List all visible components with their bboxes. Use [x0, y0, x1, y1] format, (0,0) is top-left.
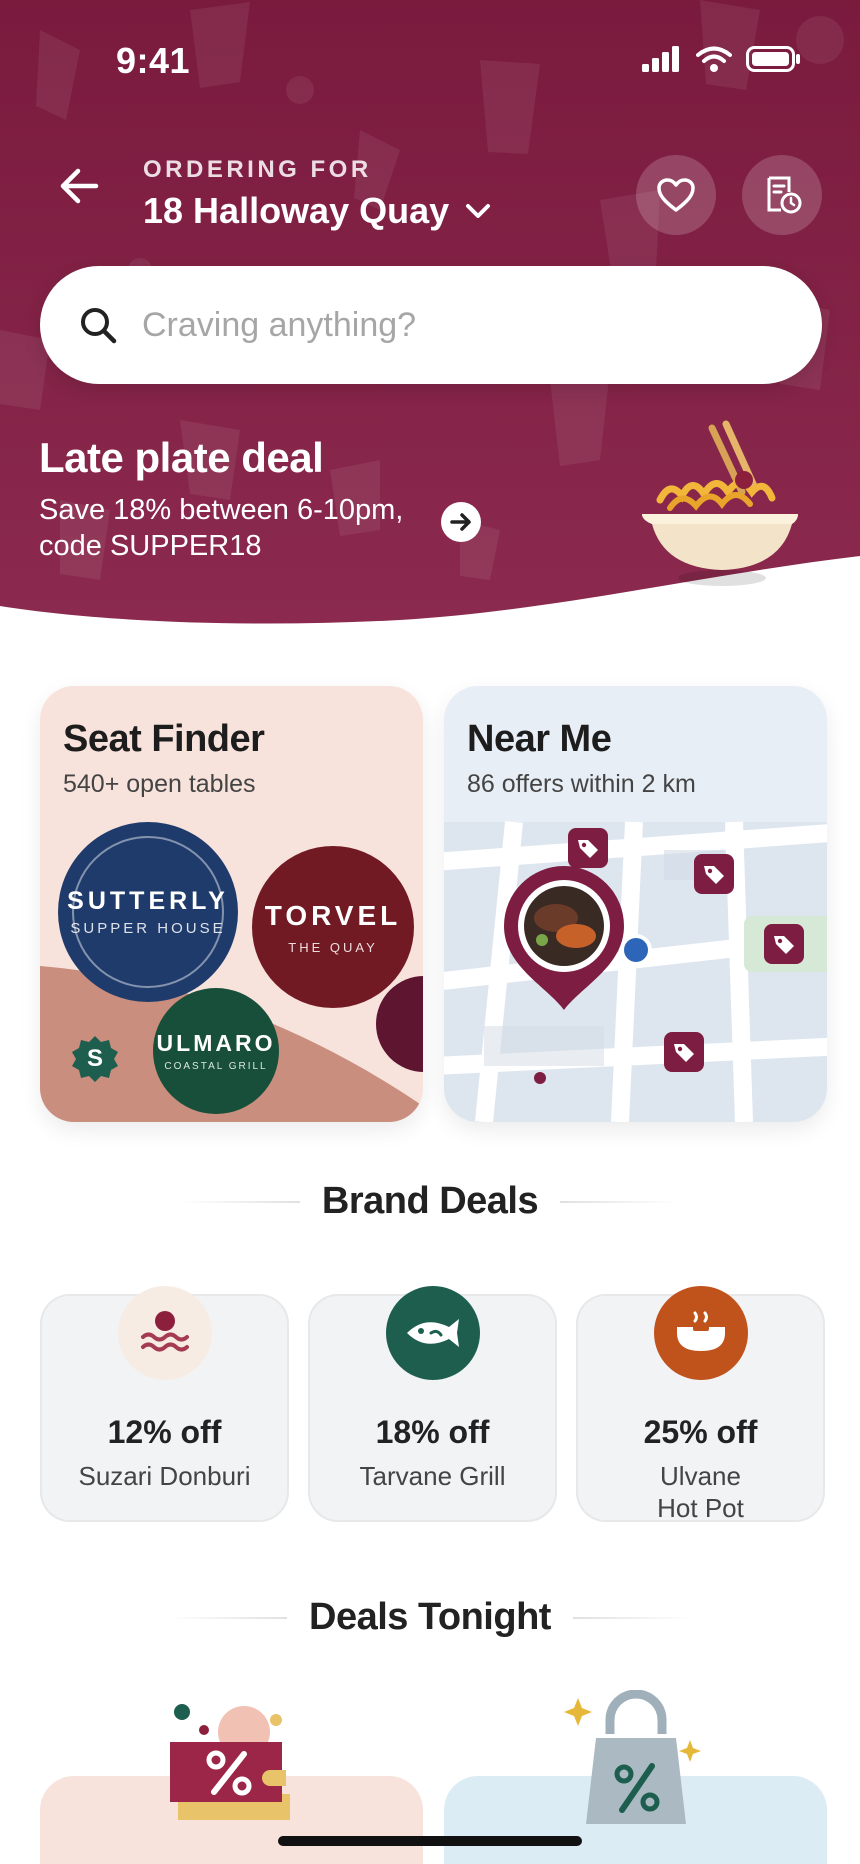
- promo-arrow-button[interactable]: [441, 502, 481, 542]
- back-button[interactable]: [56, 166, 104, 206]
- receipt-clock-icon: [767, 176, 802, 214]
- deal-brand-name: Suzari Donburi: [78, 1461, 251, 1491]
- deals-tonight-header: Deals Tonight: [0, 1596, 860, 1639]
- sutterly-logo[interactable]: SUTTERLY SUPPER HOUSE: [58, 822, 238, 1002]
- search-icon: [81, 308, 117, 344]
- brand-deal-card[interactable]: 12% off Suzari Donburi: [40, 1286, 289, 1522]
- address-text: 18 Halloway Quay: [143, 190, 450, 231]
- seat-finder-card[interactable]: Seat Finder 540+ open tables SUTTERLY SU…: [40, 686, 423, 1122]
- deal-brand-name: Ulvane Hot Pot: [657, 1461, 744, 1523]
- offer-tag-icon[interactable]: [694, 854, 734, 894]
- ordering-for-label: ORDERING FOR: [143, 156, 372, 183]
- home-indicator[interactable]: [278, 1836, 582, 1846]
- deals-tonight-heading: Deals Tonight: [309, 1596, 551, 1638]
- ulmaro-name: ULMARO: [156, 1030, 276, 1056]
- arrow-left-icon: [60, 168, 99, 204]
- brand-deal-card[interactable]: 25% off Ulvane Hot Pot: [576, 1286, 825, 1523]
- signal-icon: [642, 46, 679, 72]
- ulmaro-logo[interactable]: ULMARO COASTAL GRILL: [153, 988, 279, 1114]
- deal-discount: 25% off: [643, 1414, 758, 1450]
- offer-tag-icon[interactable]: [664, 1032, 704, 1072]
- shopping-bag-icon: [564, 1690, 701, 1824]
- sushi-wave-icon: [117, 1286, 212, 1380]
- chevron-down-icon: [466, 204, 491, 218]
- favorites-button[interactable]: [636, 155, 716, 235]
- brand-deals-header: Brand Deals: [0, 1180, 860, 1223]
- seat-finder-title: Seat Finder: [63, 718, 265, 760]
- s-badge: S: [70, 1034, 120, 1084]
- near-me-card[interactable]: Near Me 86 offers within 2 km: [444, 686, 827, 1122]
- arrow-right-icon: [450, 513, 471, 531]
- ulmaro-sub: COASTAL GRILL: [164, 1061, 268, 1072]
- status-icons: [642, 46, 800, 72]
- sutterly-sub: SUPPER HOUSE: [70, 920, 226, 937]
- torvel-name: TORVEL: [264, 899, 402, 931]
- torvel-sub: THE QUAY: [288, 939, 378, 955]
- battery-icon: [746, 46, 800, 72]
- hot-pot-icon: [653, 1286, 748, 1380]
- offer-tag-icon[interactable]: [764, 924, 804, 964]
- promo-title: Late plate deal: [39, 434, 324, 481]
- offer-tag-icon[interactable]: [568, 828, 608, 868]
- discount-ticket-icon: [170, 1704, 290, 1820]
- wifi-icon: [696, 46, 732, 72]
- torvel-logo[interactable]: TORVEL THE QUAY: [252, 846, 414, 1008]
- deal-discount: 12% off: [107, 1414, 222, 1450]
- brand-deal-card[interactable]: 18% off Tarvane Grill: [308, 1286, 557, 1522]
- status-time: 9:41: [116, 40, 191, 81]
- search-input[interactable]: [142, 305, 762, 345]
- heart-icon: [657, 178, 695, 212]
- map-markers: [504, 866, 652, 1084]
- seat-finder-subtitle: 540+ open tables: [63, 770, 256, 798]
- deal-brand-name: Tarvane Grill: [359, 1461, 506, 1491]
- address-selector[interactable]: 18 Halloway Quay: [143, 190, 491, 232]
- deal-discount: 18% off: [375, 1414, 490, 1450]
- fish-icon: [385, 1286, 480, 1380]
- search-bar[interactable]: [40, 266, 822, 384]
- current-location-icon: [624, 938, 648, 962]
- order-history-button[interactable]: [742, 155, 822, 235]
- badge-letter: S: [86, 1045, 103, 1072]
- noodle-bowl-icon: [642, 420, 798, 586]
- brand-deals-heading: Brand Deals: [321, 1180, 539, 1222]
- hero-banner: 9:41 ORDERING FOR 18 Halloway Quay Cravi…: [0, 0, 860, 640]
- promo-text: Save 18% between 6-10pm, code SUPPER18: [39, 494, 404, 562]
